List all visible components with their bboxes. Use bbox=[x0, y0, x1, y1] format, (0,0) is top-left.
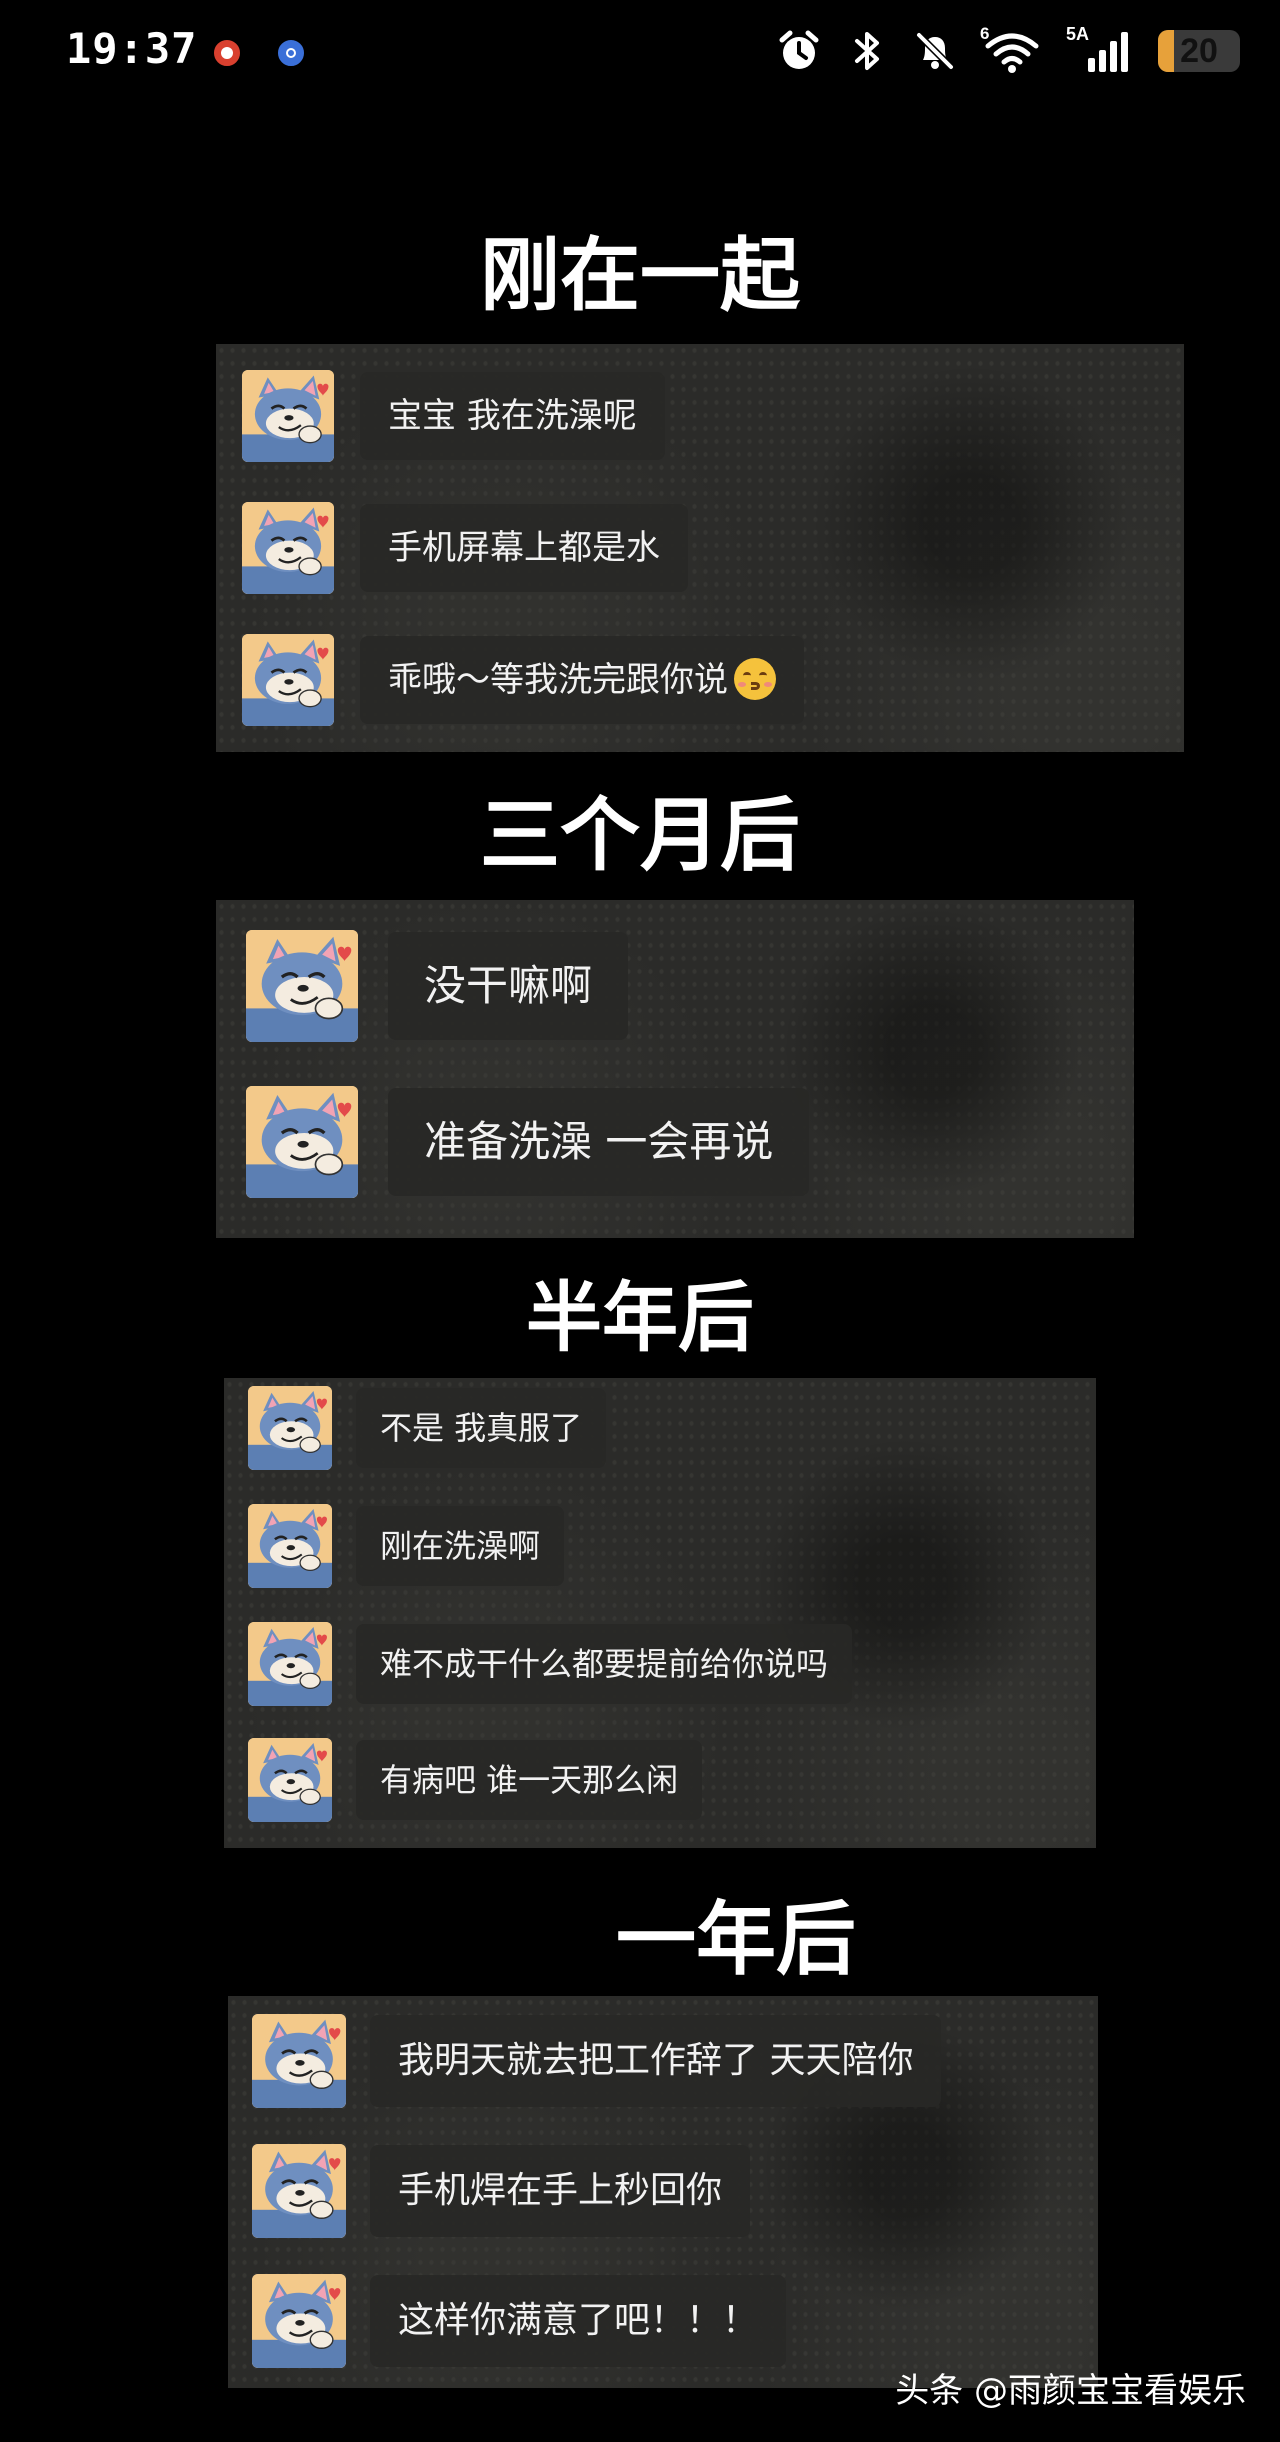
chat-message-row: 这样你满意了吧！！！ bbox=[252, 2274, 787, 2368]
chat-message-row: 准备洗澡 一会再说 bbox=[246, 1086, 810, 1198]
chat-panel: 没干嘛啊 准备洗澡 一会再说 bbox=[216, 900, 1134, 1238]
message-bubble[interactable]: 乖哦～等我洗完跟你说 bbox=[360, 636, 804, 724]
chat-message-row: 宝宝 我在洗澡呢 bbox=[242, 370, 665, 462]
avatar[interactable] bbox=[248, 1622, 332, 1706]
avatar[interactable] bbox=[248, 1504, 332, 1588]
section-title: 刚在一起 bbox=[480, 229, 800, 322]
app-notification-icon bbox=[278, 40, 304, 66]
avatar[interactable] bbox=[246, 930, 358, 1042]
message-bubble[interactable]: 难不成干什么都要提前给你说吗 bbox=[356, 1624, 853, 1704]
avatar[interactable] bbox=[252, 2144, 346, 2238]
message-bubble[interactable]: 宝宝 我在洗澡呢 bbox=[360, 372, 665, 460]
chat-panel: 宝宝 我在洗澡呢 手机屏幕上都是水 乖哦～等我洗完跟你说 bbox=[216, 344, 1184, 752]
message-text: 乖哦～等我洗完跟你说 bbox=[388, 660, 728, 700]
avatar[interactable] bbox=[248, 1386, 332, 1470]
kissing-face-emoji bbox=[734, 657, 776, 700]
cellular-signal-icon: 5A bbox=[1066, 24, 1136, 74]
message-bubble[interactable]: 有病吧 谁一天那么闲 bbox=[356, 1740, 703, 1820]
avatar[interactable] bbox=[246, 1086, 358, 1198]
chat-panel: 不是 我真服了 刚在洗澡啊 难不成干什么都要提前给你说吗 有病吧 谁一天那么闲 bbox=[224, 1378, 1096, 1848]
section-title: 半年后 bbox=[526, 1273, 754, 1362]
message-bubble[interactable]: 手机焊在手上秒回你 bbox=[370, 2145, 751, 2237]
avatar[interactable] bbox=[242, 370, 334, 462]
chat-message-row: 没干嘛啊 bbox=[246, 930, 629, 1042]
message-bubble[interactable]: 没干嘛啊 bbox=[388, 932, 629, 1040]
status-time: 19:37 bbox=[66, 24, 198, 73]
bluetooth-icon bbox=[844, 28, 890, 74]
alarm-icon bbox=[776, 28, 822, 74]
message-bubble[interactable]: 这样你满意了吧！！！ bbox=[370, 2275, 787, 2367]
section-title: 三个月后 bbox=[480, 789, 800, 882]
chat-message-row: 难不成干什么都要提前给你说吗 bbox=[248, 1622, 853, 1706]
chat-message-row: 手机屏幕上都是水 bbox=[242, 502, 688, 594]
app-notification-icon bbox=[214, 40, 240, 66]
avatar[interactable] bbox=[248, 1738, 332, 1822]
battery-icon: 20 bbox=[1158, 30, 1240, 72]
chat-panel: 我明天就去把工作辞了 天天陪你 手机焊在手上秒回你 这样你满意了吧！！！ bbox=[228, 1996, 1098, 2388]
chat-message-row: 我明天就去把工作辞了 天天陪你 bbox=[252, 2014, 942, 2108]
message-bubble[interactable]: 刚在洗澡啊 bbox=[356, 1506, 565, 1586]
message-bubble[interactable]: 手机屏幕上都是水 bbox=[360, 504, 688, 592]
message-bubble[interactable]: 我明天就去把工作辞了 天天陪你 bbox=[370, 2015, 942, 2107]
chat-message-row: 刚在洗澡啊 bbox=[248, 1504, 565, 1588]
battery-level: 20 bbox=[1180, 31, 1218, 70]
chat-message-row: 有病吧 谁一天那么闲 bbox=[248, 1738, 703, 1822]
chat-message-row: 手机焊在手上秒回你 bbox=[252, 2144, 751, 2238]
bell-muted-icon bbox=[912, 28, 958, 74]
section-title: 一年后 bbox=[616, 1893, 856, 1986]
chat-message-row: 不是 我真服了 bbox=[248, 1386, 607, 1470]
status-bar: 19:37 6 5A 20 bbox=[0, 0, 1280, 100]
watermark: 头条 @雨颜宝宝看娱乐 bbox=[895, 2371, 1246, 2411]
avatar[interactable] bbox=[242, 502, 334, 594]
message-bubble[interactable]: 准备洗澡 一会再说 bbox=[388, 1088, 810, 1196]
avatar[interactable] bbox=[242, 634, 334, 726]
avatar[interactable] bbox=[252, 2014, 346, 2108]
chat-message-row: 乖哦～等我洗完跟你说 bbox=[242, 634, 804, 726]
wifi-icon: 6 bbox=[980, 24, 1044, 74]
message-bubble[interactable]: 不是 我真服了 bbox=[356, 1388, 607, 1468]
avatar[interactable] bbox=[252, 2274, 346, 2368]
battery-fill bbox=[1158, 30, 1175, 72]
